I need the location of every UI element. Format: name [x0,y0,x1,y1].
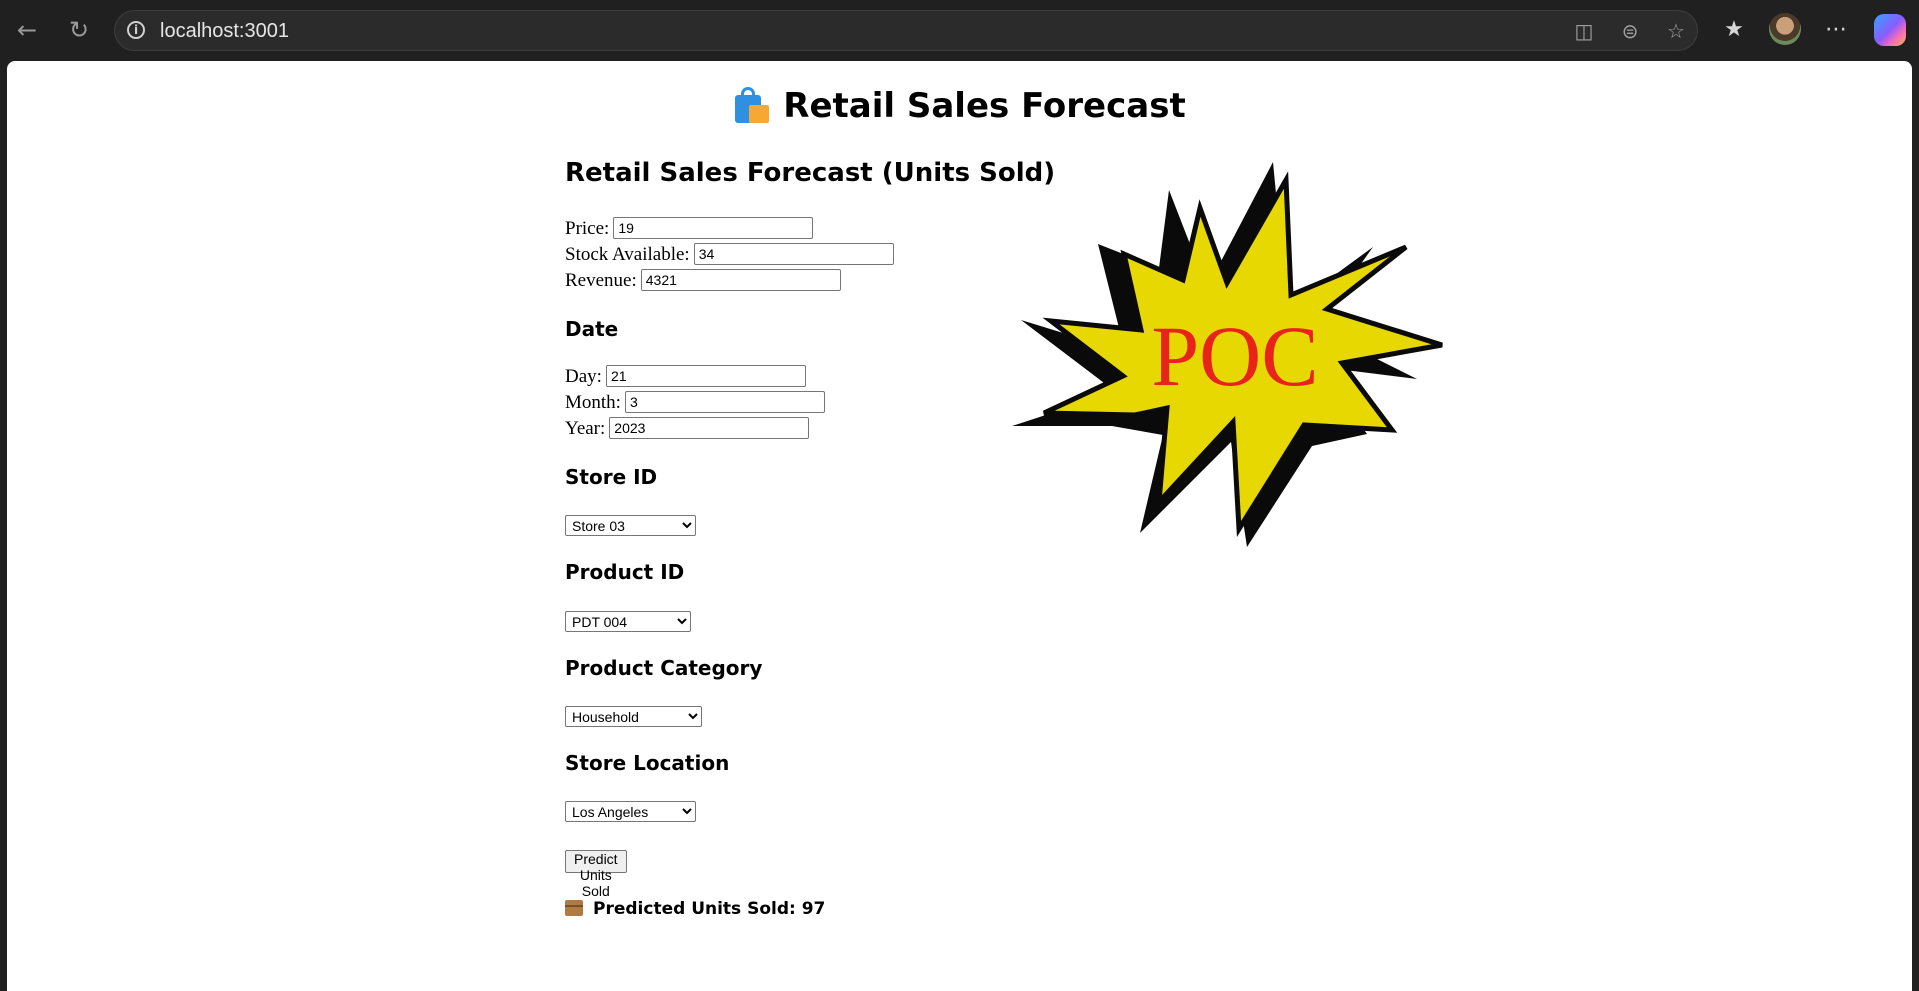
poc-starburst: POC [1012,162,1443,547]
year-row: Year: [565,417,810,441]
day-row: Day: [565,365,806,389]
site-info-icon[interactable]: i [127,21,145,39]
browser-toolbar: ← ↻ i localhost:3001 ◫ ⊜ ☆ ★ ⋯ [0,0,1919,60]
store-location-select[interactable]: Los Angeles [565,801,696,822]
price-label: Price: [565,218,610,239]
year-input[interactable] [609,417,810,439]
month-label: Month: [565,392,621,413]
year-label: Year: [565,418,606,439]
price-input[interactable] [613,217,814,239]
profile-avatar[interactable] [1769,13,1801,45]
favorite-star-icon[interactable]: ☆ [1664,19,1688,43]
date-heading: Date [565,317,619,341]
favorites-icon[interactable]: ★ [1719,15,1749,45]
month-input[interactable] [624,391,825,413]
product-id-select[interactable]: PDT 004 [565,611,691,632]
page-title: Retail Sales Forecast [7,86,1912,126]
month-row: Month: [565,391,825,415]
package-icon [565,900,583,916]
more-options-icon[interactable]: ⋯ [1821,15,1851,45]
price-row: Price: [565,217,814,241]
prediction-result: Predicted Units Sold: 97 [565,899,825,919]
store-id-heading: Store ID [565,465,658,489]
product-id-heading: Product ID [565,560,685,584]
product-category-select[interactable]: Household [565,706,702,727]
page-content: Retail Sales Forecast Retail Sales Forec… [7,61,1912,991]
shopping-bag-icon [733,87,770,123]
reload-icon[interactable]: ↻ [64,15,94,45]
prediction-text: Predicted Units Sold: 97 [593,899,826,919]
revenue-label: Revenue: [565,270,637,291]
copilot-icon[interactable] [1874,14,1906,46]
store-id-select[interactable]: Store 03 [565,515,696,536]
url-text: localhost:3001 [160,20,289,42]
day-label: Day: [565,366,602,387]
back-arrow-icon[interactable]: ← [12,15,42,45]
product-category-heading: Product Category [565,656,763,680]
address-bar[interactable]: i localhost:3001 ◫ ⊜ ☆ [114,10,1698,51]
stock-input[interactable] [693,243,894,265]
stock-row: Stock Available: [565,243,894,267]
poc-text: POC [1151,308,1318,404]
revenue-input[interactable] [640,269,841,291]
day-input[interactable] [605,365,806,387]
form-heading: Retail Sales Forecast (Units Sold) [565,158,1056,188]
split-screen-icon[interactable]: ◫ [1572,19,1596,43]
revenue-row: Revenue: [565,269,841,293]
stock-label: Stock Available: [565,244,690,265]
store-location-heading: Store Location [565,751,730,775]
predict-button[interactable]: Predict Units Sold [565,850,627,899]
zoom-out-icon[interactable]: ⊜ [1618,19,1642,43]
